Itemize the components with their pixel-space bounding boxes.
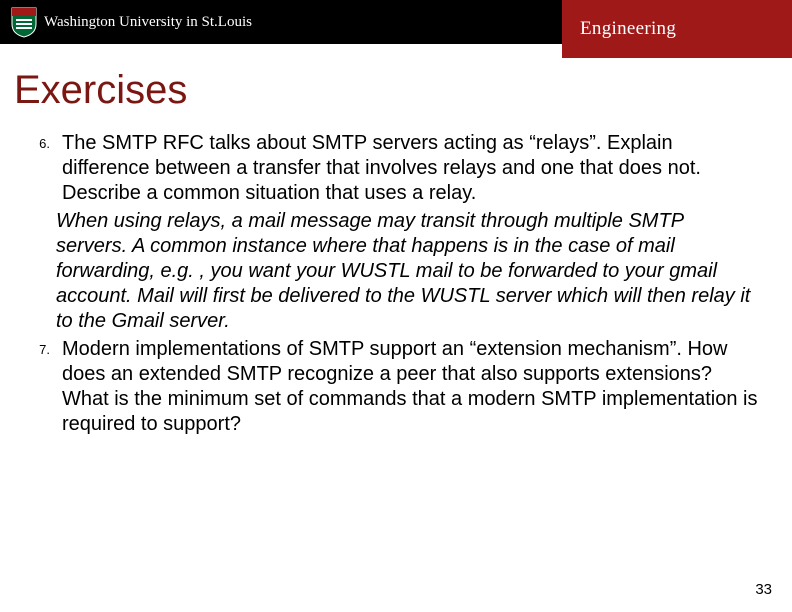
- header-bar: Washington University in St.Louis Engine…: [0, 0, 792, 44]
- question-text: The SMTP RFC talks about SMTP servers ac…: [62, 131, 764, 207]
- shield-icon: [10, 6, 38, 38]
- exercise-list: 6. The SMTP RFC talks about SMTP servers…: [0, 131, 792, 437]
- university-name: Washington University in St.Louis: [44, 14, 252, 31]
- question-text: Modern implementations of SMTP support a…: [62, 337, 764, 438]
- list-item: 6. The SMTP RFC talks about SMTP servers…: [28, 131, 764, 207]
- school-name: Engineering: [580, 18, 676, 40]
- answer-text: When using relays, a mail message may tr…: [56, 209, 754, 335]
- page-title: Exercises: [14, 68, 792, 113]
- list-item: 7. Modern implementations of SMTP suppor…: [28, 337, 764, 438]
- item-number: 7.: [28, 337, 62, 438]
- school-badge: Engineering: [562, 0, 792, 58]
- item-number: 6.: [28, 131, 62, 207]
- university-logo: Washington University in St.Louis: [10, 6, 252, 38]
- page-number: 33: [755, 581, 772, 598]
